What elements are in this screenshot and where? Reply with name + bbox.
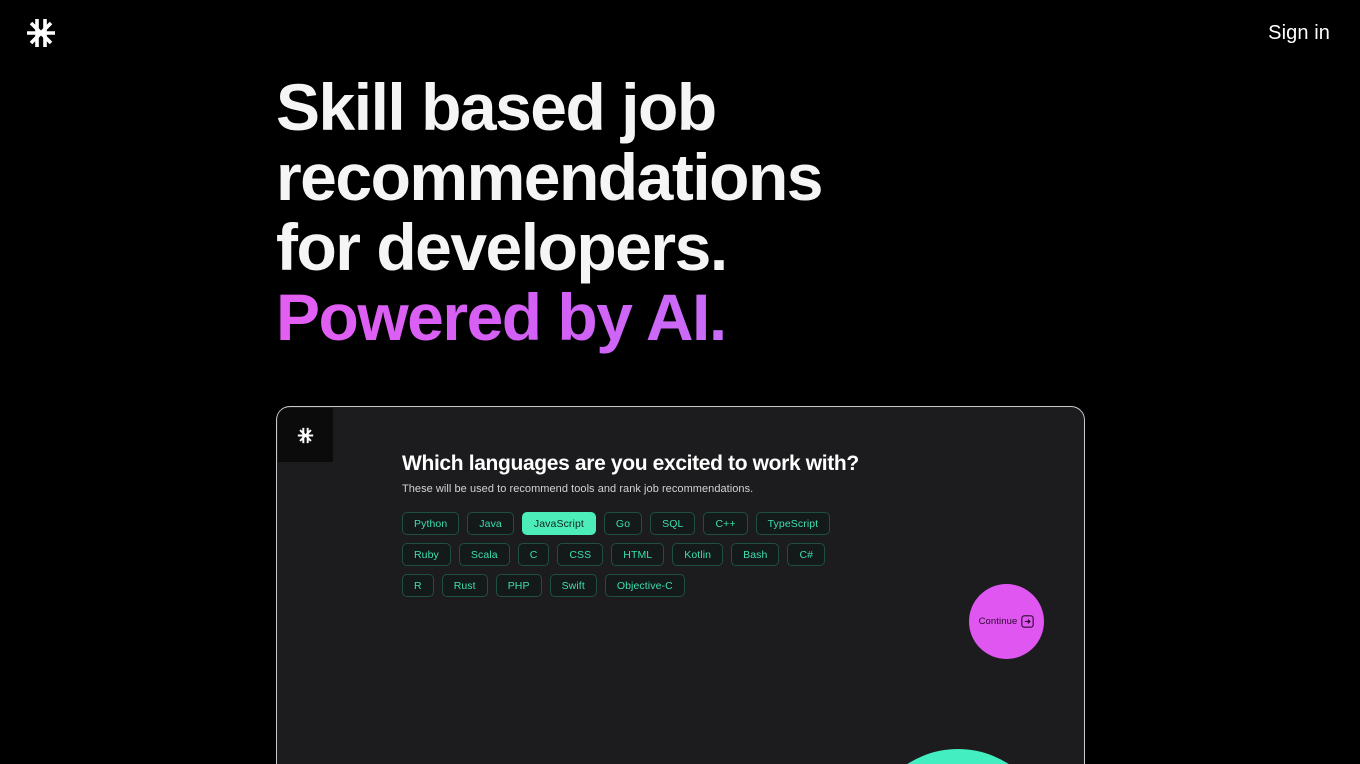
language-tag[interactable]: Swift — [549, 574, 597, 597]
language-tag[interactable]: Kotlin — [672, 543, 724, 566]
language-tag[interactable]: SQL — [650, 512, 696, 535]
language-tag[interactable]: TypeScript — [755, 512, 831, 535]
continue-button-label: Continue — [978, 616, 1018, 627]
asterisk-logo-icon[interactable] — [20, 12, 62, 54]
language-tag[interactable]: PHP — [495, 574, 542, 597]
language-tag[interactable]: C++ — [703, 512, 748, 535]
hero-line-1: Skill based job — [276, 70, 717, 144]
language-tag[interactable]: Python — [402, 512, 460, 535]
page-title: Skill based job recommendations for deve… — [276, 72, 856, 352]
language-tag[interactable]: Scala — [458, 543, 510, 566]
hero-line-4-accent: Powered by AI. — [276, 280, 727, 354]
hero-line-2: recommendations — [276, 140, 823, 214]
language-tag[interactable]: C — [517, 543, 550, 566]
language-tag[interactable]: Rust — [441, 574, 488, 597]
language-tag[interactable]: Java — [467, 512, 514, 535]
card-logo-badge — [278, 408, 333, 462]
question-subtitle: These will be used to recommend tools an… — [402, 483, 754, 495]
language-tag[interactable]: Go — [603, 512, 643, 535]
language-tag[interactable]: Objective-C — [604, 574, 685, 597]
hero-line-3: for developers. — [276, 210, 728, 284]
onboarding-card: Which languages are you excited to work … — [276, 406, 1085, 764]
language-tag[interactable]: Ruby — [402, 543, 451, 566]
language-tag[interactable]: C# — [787, 543, 826, 566]
arrow-right-box-icon — [1021, 615, 1035, 628]
language-tag[interactable]: Bash — [731, 543, 780, 566]
language-tag-list: Python Java JavaScript Go SQL C++ TypeScript Ru… — [402, 512, 832, 597]
continue-button[interactable]: Continue — [969, 584, 1044, 659]
language-tag[interactable]: JavaScript — [521, 512, 596, 535]
top-bar: Sign in — [0, 0, 1360, 66]
language-tag[interactable]: HTML — [611, 543, 665, 566]
question-title: Which languages are you excited to work … — [402, 452, 859, 475]
language-tag[interactable]: R — [402, 574, 434, 597]
sign-in-button[interactable]: Sign in — [1262, 17, 1336, 49]
hero-section: Skill based job recommendations for deve… — [276, 72, 856, 352]
asterisk-logo-icon — [294, 424, 317, 447]
language-tag[interactable]: CSS — [557, 543, 604, 566]
decorative-green-circle — [865, 749, 1051, 764]
card-body: Which languages are you excited to work … — [402, 451, 1072, 597]
